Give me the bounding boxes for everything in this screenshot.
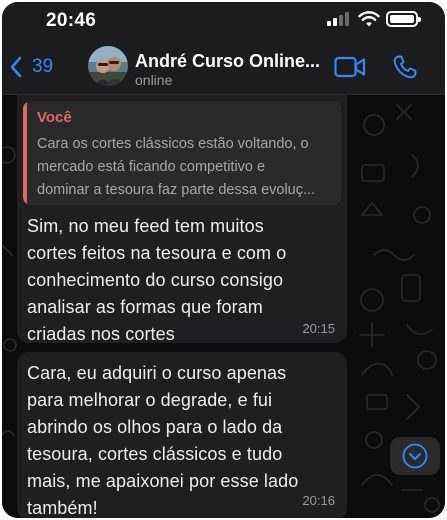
chevron-left-icon bbox=[10, 56, 22, 78]
message-line: Sim, no meu feed tem muitos bbox=[27, 216, 264, 236]
chevron-down-icon bbox=[402, 443, 428, 469]
message-time: 20:15 bbox=[302, 321, 335, 336]
phone-icon[interactable] bbox=[392, 54, 418, 80]
message-line: Cara, eu adquiri o curso apenas bbox=[27, 363, 287, 383]
back-button[interactable]: 39 bbox=[10, 56, 53, 78]
message-line: tesoura, cortes clássicos e tudo bbox=[27, 444, 283, 464]
unread-count: 39 bbox=[32, 56, 54, 77]
message-line: cortes feitos na tesoura e com o bbox=[27, 243, 287, 263]
wifi-icon bbox=[358, 11, 380, 27]
message-line: abrindo os olhos para o lado da bbox=[27, 417, 283, 437]
contact-name[interactable]: André Curso Online... bbox=[135, 51, 320, 72]
message-line: criadas nos cortes bbox=[27, 324, 175, 344]
quote-text: Cara os cortes clássicos estão voltando,… bbox=[37, 133, 333, 202]
message-bubble-received[interactable]: Cara, eu adquiri o curso apenas para mel… bbox=[17, 352, 347, 518]
quote-accent-bar bbox=[23, 101, 27, 205]
quoted-message[interactable]: Você Cara os cortes clássicos estão volt… bbox=[23, 101, 341, 205]
message-time: 20:16 bbox=[302, 493, 335, 508]
signal-icon bbox=[327, 12, 349, 26]
contact-status: online bbox=[135, 72, 173, 88]
quote-line: Cara os cortes clássicos estão voltando,… bbox=[37, 136, 309, 152]
quote-line: mercado está ficando competitivo e bbox=[37, 159, 266, 175]
message-bubble-received[interactable]: Você Cara os cortes clássicos estão volt… bbox=[17, 95, 347, 344]
battery-icon bbox=[386, 11, 421, 27]
quote-author: Você bbox=[37, 109, 72, 126]
message-line: também! bbox=[27, 498, 98, 518]
scroll-to-bottom-button[interactable] bbox=[390, 437, 440, 475]
chat-header: 20:46 39 André Curso Online... online bbox=[2, 2, 445, 95]
quote-line: dominar a tesoura faz parte dessa evoluç… bbox=[37, 182, 316, 198]
message-line: analisar as formas que foram bbox=[27, 297, 263, 317]
video-call-icon[interactable] bbox=[334, 56, 366, 78]
message-text: Cara, eu adquiri o curso apenas para mel… bbox=[27, 360, 327, 518]
message-line: mais, me apaixonei por esse lado bbox=[27, 471, 299, 491]
status-time: 20:46 bbox=[46, 10, 97, 31]
message-line: conhecimento do curso consigo bbox=[27, 270, 284, 290]
message-line: para melhorar o degrade, e fui bbox=[27, 390, 273, 410]
avatar[interactable] bbox=[88, 46, 128, 86]
message-text: Sim, no meu feed tem muitos cortes feito… bbox=[27, 213, 327, 348]
chat-area[interactable]: Você Cara os cortes clássicos estão volt… bbox=[2, 95, 445, 518]
phone-screen: 20:46 39 André Curso Online... online Vo… bbox=[2, 2, 445, 518]
